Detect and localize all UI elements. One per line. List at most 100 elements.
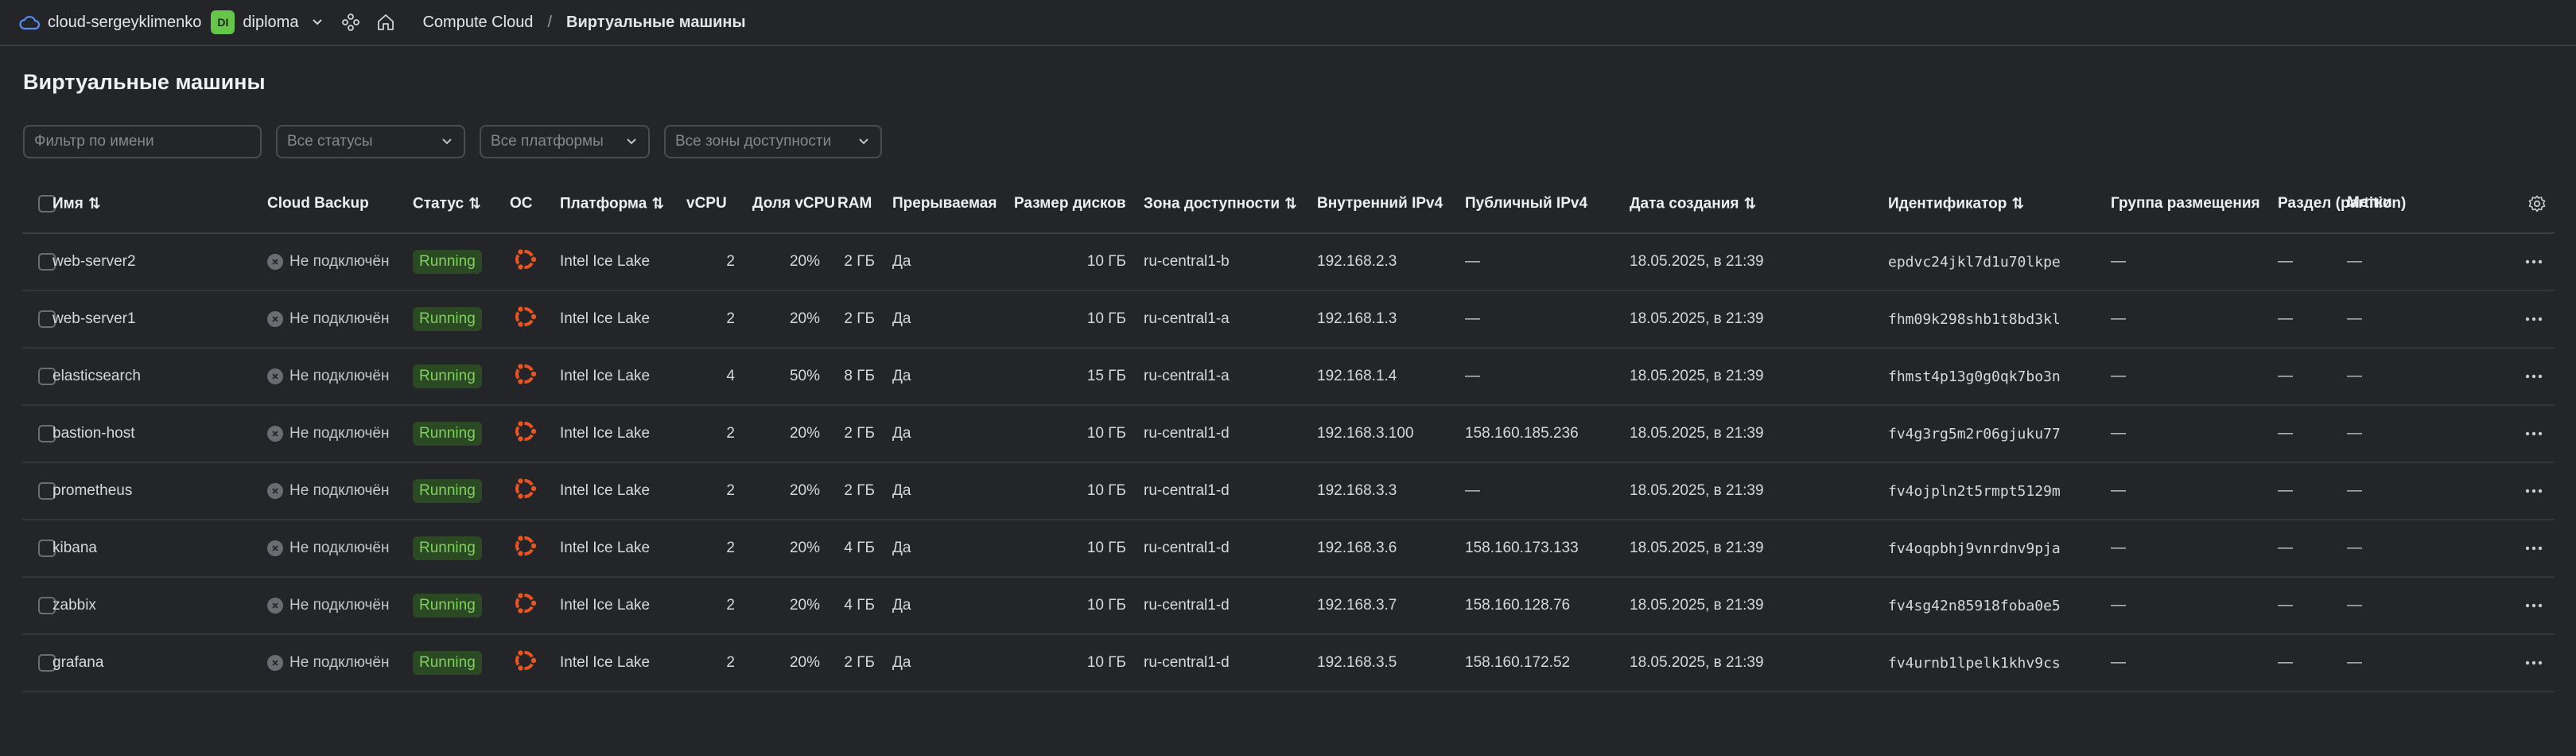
vm-name[interactable]: zabbix — [52, 577, 267, 635]
zone-cell: ru-central1-d — [1144, 462, 1317, 520]
more-icon[interactable] — [2524, 602, 2543, 609]
status-filter-select[interactable]: Все статусы — [276, 125, 465, 158]
more-icon[interactable] — [2524, 373, 2543, 380]
vcpu-cell: 2 — [686, 520, 752, 578]
backup-cell: Не подключён — [267, 233, 413, 291]
sort-icon[interactable]: ⇅ — [2011, 195, 2024, 213]
name-filter-input[interactable]: Фильтр по имени — [23, 125, 262, 158]
ubuntu-icon — [510, 473, 542, 505]
labels-value: — — [2347, 425, 2362, 442]
col-created[interactable]: Дата создания ⇅ — [1630, 175, 1888, 234]
col-platform[interactable]: Платформа ⇅ — [560, 175, 686, 234]
ram-cell: 2 ГБ — [837, 634, 892, 692]
vm-id-cell: fhmst4p13g0g0qk7bo3n — [1888, 348, 2111, 406]
table-row[interactable]: elasticsearch Не подключён Running Intel… — [22, 348, 2555, 406]
vm-name[interactable]: grafana — [52, 634, 267, 692]
table-row[interactable]: prometheus Не подключён Running Intel Ic… — [22, 462, 2555, 520]
internal-ip-cell: 192.168.3.5 — [1317, 634, 1465, 692]
labels-cell: — — [2347, 405, 2555, 463]
col-backup: Cloud Backup — [267, 175, 413, 234]
table-row[interactable]: zabbix Не подключён Running Intel Ice La… — [22, 577, 2555, 635]
placement-group-cell: — — [2111, 577, 2278, 635]
table-header-row: Имя ⇅ Cloud Backup Статус ⇅ ОС Платформа ⇅ … — [22, 175, 2555, 234]
zone-cell: ru-central1-a — [1144, 348, 1317, 406]
col-zone[interactable]: Зона доступности ⇅ — [1144, 175, 1317, 234]
more-icon[interactable] — [2524, 259, 2543, 265]
zone-cell: ru-central1-b — [1144, 233, 1317, 291]
placement-group-cell: — — [2111, 520, 2278, 578]
col-public-ip: Публичный IPv4 — [1465, 175, 1630, 234]
platform-filter-select[interactable]: Все платформы — [480, 125, 650, 158]
disconnected-icon — [267, 655, 283, 671]
internal-ip-cell: 192.168.3.3 — [1317, 462, 1465, 520]
vcpu-cell: 2 — [686, 290, 752, 349]
more-icon[interactable] — [2524, 431, 2543, 437]
vm-name[interactable]: bastion-host — [52, 405, 267, 463]
sort-icon[interactable]: ⇅ — [1284, 195, 1297, 213]
zone-cell: ru-central1-d — [1144, 405, 1317, 463]
labels-value: — — [2347, 253, 2362, 270]
ubuntu-icon — [510, 645, 542, 676]
row-select-cell — [22, 405, 56, 463]
more-icon[interactable] — [2524, 316, 2543, 322]
table-row[interactable]: grafana Не подключён Running Intel Ice L… — [22, 634, 2555, 692]
os-cell — [510, 290, 560, 349]
vcpu-share-cell: 20% — [752, 634, 837, 692]
labels-value: — — [2347, 597, 2362, 614]
public-ip-cell: — — [1465, 233, 1630, 291]
col-name[interactable]: Имя ⇅ — [52, 175, 267, 234]
col-status[interactable]: Статус ⇅ — [413, 175, 510, 234]
sort-icon[interactable]: ⇅ — [88, 195, 101, 213]
home-icon[interactable] — [375, 11, 397, 33]
status-badge: Running — [413, 651, 482, 675]
disk-size-cell: 10 ГБ — [1014, 520, 1144, 578]
services-icon[interactable] — [340, 11, 362, 33]
disconnected-icon — [267, 540, 283, 556]
vm-id-cell: fv4g3rg5m2r06gjuku77 — [1888, 405, 2111, 463]
folder-name[interactable]: diploma — [243, 14, 298, 32]
vm-name[interactable]: kibana — [52, 520, 267, 578]
vm-name[interactable]: web-server1 — [52, 290, 267, 349]
more-icon[interactable] — [2524, 660, 2543, 666]
cloud-icon[interactable] — [19, 11, 41, 33]
row-select-cell — [22, 634, 56, 692]
platform-cell: Intel Ice Lake — [560, 290, 686, 349]
table-row[interactable]: kibana Не подключён Running Intel Ice La… — [22, 520, 2555, 578]
table-row[interactable]: web-server2 Не подключён Running Intel I… — [22, 233, 2555, 291]
zone-cell: ru-central1-d — [1144, 577, 1317, 635]
col-id[interactable]: Идентификатор ⇅ — [1888, 175, 2111, 234]
gear-icon[interactable] — [2527, 194, 2547, 213]
sort-icon[interactable]: ⇅ — [651, 195, 664, 213]
breadcrumb-service[interactable]: Compute Cloud — [422, 14, 533, 32]
ubuntu-icon — [510, 358, 542, 390]
placement-group-cell: — — [2111, 290, 2278, 349]
org-name[interactable]: cloud-sergeyklimenko — [48, 14, 201, 32]
more-icon[interactable] — [2524, 545, 2543, 551]
sort-icon[interactable]: ⇅ — [468, 195, 481, 213]
status-cell: Running — [413, 233, 510, 291]
vm-name[interactable]: web-server2 — [52, 233, 267, 291]
table-row[interactable]: web-server1 Не подключён Running Intel I… — [22, 290, 2555, 349]
vm-name[interactable]: elasticsearch — [52, 348, 267, 406]
more-icon[interactable] — [2524, 488, 2543, 494]
vm-id-cell: fv4oqpbhj9vnrdnv9pja — [1888, 520, 2111, 578]
preemptible-cell: Да — [892, 462, 1014, 520]
breadcrumb-separator: / — [547, 13, 552, 31]
vm-name[interactable]: prometheus — [52, 462, 267, 520]
col-os: ОС — [510, 175, 560, 234]
backup-status: Не подключён — [289, 482, 390, 499]
vm-id-cell: fv4sg42n85918foba0e5 — [1888, 577, 2111, 635]
ubuntu-icon — [510, 587, 542, 619]
row-select-cell — [22, 233, 56, 291]
platform-cell: Intel Ice Lake — [560, 634, 686, 692]
col-disk-size: Размер дисков — [1014, 175, 1144, 234]
chevron-down-icon[interactable] — [309, 14, 327, 31]
partition-cell: — — [2278, 462, 2347, 520]
table-row[interactable]: bastion-host Не подключён Running Intel … — [22, 405, 2555, 463]
col-partition: Раздел (partition) — [2278, 175, 2406, 234]
labels-value: — — [2347, 482, 2362, 499]
zone-filter-select[interactable]: Все зоны доступности — [664, 125, 882, 158]
status-badge: Running — [413, 594, 482, 618]
backup-cell: Не подключён — [267, 520, 413, 578]
sort-icon[interactable]: ⇅ — [1744, 195, 1757, 213]
